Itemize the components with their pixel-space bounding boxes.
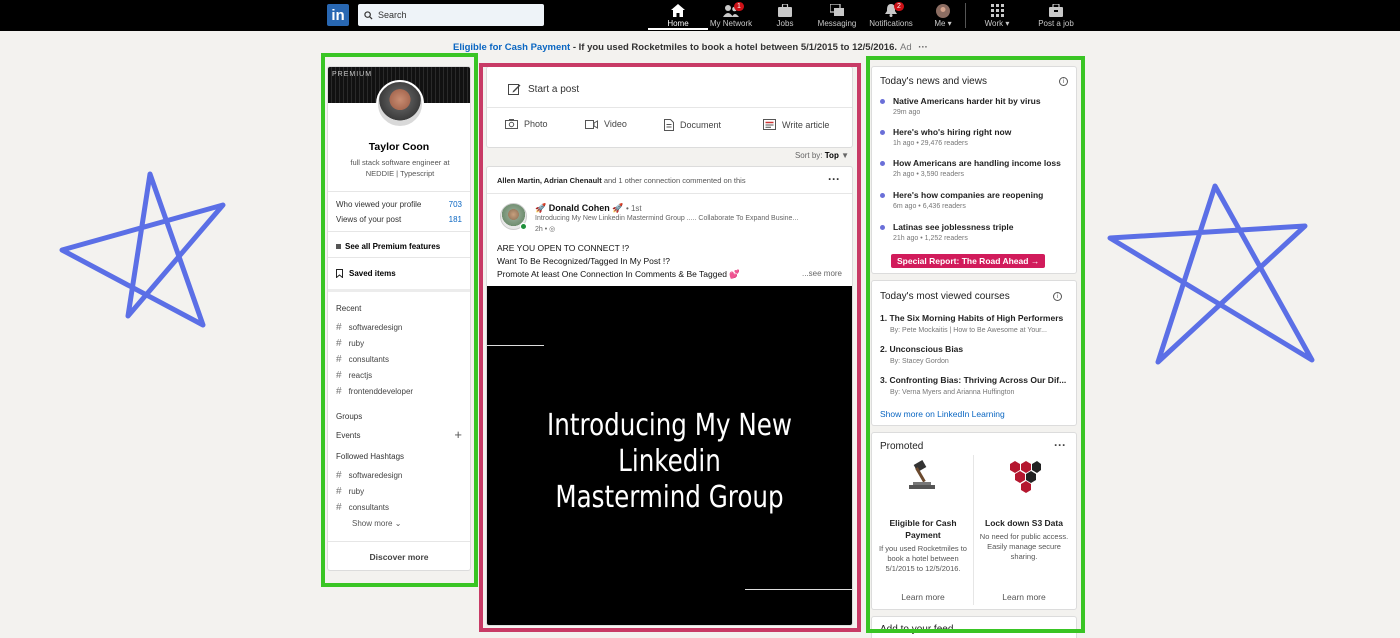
- nav-home[interactable]: Home: [648, 2, 708, 30]
- chevron-down-icon: ▾: [945, 19, 952, 28]
- post-job-icon: [1049, 3, 1063, 17]
- highlight-box-center: [479, 63, 861, 632]
- nav-jobs[interactable]: Jobs: [755, 2, 815, 30]
- network-badge: 1: [734, 2, 744, 11]
- ad-banner[interactable]: Eligible for Cash Payment - If you used …: [453, 42, 928, 53]
- home-icon: [671, 4, 685, 17]
- highlight-box-left: [321, 53, 478, 587]
- nav-notifications-label: Notifications: [869, 19, 913, 28]
- nav-my-network[interactable]: 1 My Network: [701, 2, 761, 30]
- nav-divider: [965, 3, 966, 28]
- nav-jobs-label: Jobs: [776, 19, 794, 28]
- nav-messaging[interactable]: Messaging: [807, 2, 867, 30]
- nav-network-label: My Network: [709, 19, 753, 28]
- nav-post-job[interactable]: Post a job: [1026, 2, 1086, 30]
- nav-post-job-label: Post a job: [1038, 19, 1074, 28]
- highlight-box-right: [866, 56, 1085, 633]
- nav-me-label: Me: [934, 19, 946, 28]
- messaging-icon: [829, 3, 844, 16]
- grid-icon: [990, 4, 1004, 17]
- chevron-down-icon: ▾: [1003, 19, 1010, 28]
- linkedin-logo[interactable]: in: [327, 4, 349, 26]
- star-icon: [59, 171, 226, 328]
- ad-text: - If you used Rocketmiles to book a hote…: [570, 42, 898, 53]
- nav-notifications[interactable]: 2 Notifications: [861, 2, 921, 30]
- search-input[interactable]: Search: [358, 4, 544, 26]
- nav-work[interactable]: Work ▾: [967, 2, 1027, 30]
- nav-work-label: Work: [984, 19, 1004, 28]
- nav-messaging-label: Messaging: [817, 19, 857, 28]
- avatar-icon: [936, 4, 950, 18]
- ad-link[interactable]: Eligible for Cash Payment: [453, 42, 570, 53]
- star-icon: [1107, 183, 1315, 365]
- ad-more-icon[interactable]: ···: [918, 42, 928, 53]
- search-icon: [364, 10, 373, 20]
- nav-me[interactable]: Me ▾: [913, 2, 973, 30]
- search-placeholder: Search: [378, 10, 407, 20]
- nav-home-label: Home: [667, 19, 689, 28]
- notifications-badge: 2: [894, 2, 904, 11]
- ad-tag: Ad: [900, 42, 912, 53]
- top-nav: in Search Home 1 My Network Jobs Messagi…: [0, 0, 1400, 31]
- briefcase-icon: [778, 3, 792, 17]
